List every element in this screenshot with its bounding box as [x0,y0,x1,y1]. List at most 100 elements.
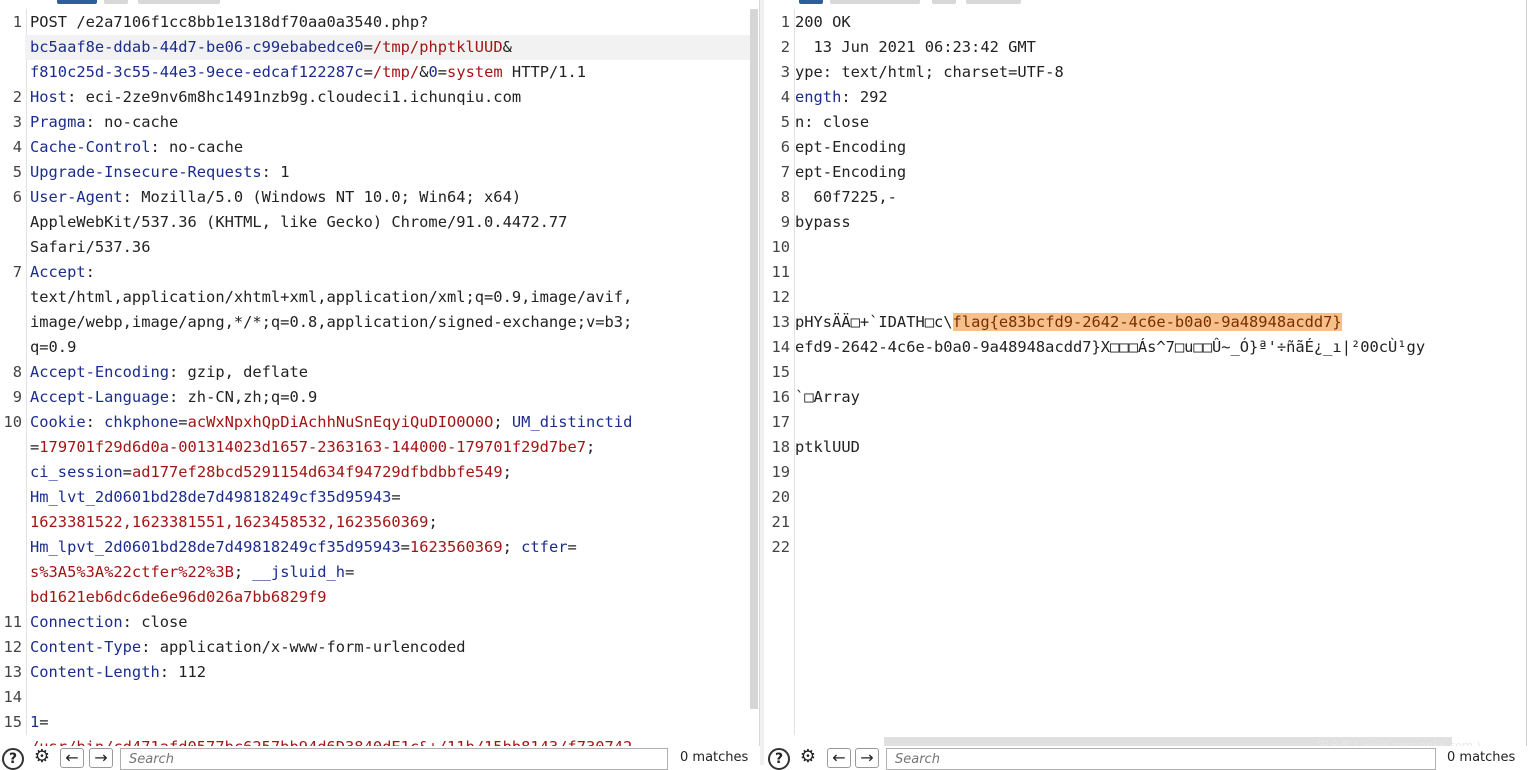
line-number: 14 [771,338,790,356]
request-vertical-scrollbar[interactable] [750,9,758,709]
line-content: image/webp,image/apng,*/*;q=0.8,applicat… [30,310,632,335]
request-tab[interactable] [138,0,220,4]
line-content: q=0.9 [30,335,76,360]
token: Hm_lpvt_2d0601bd28de7d49818249cf35d95943 [30,538,401,556]
request-search-input[interactable] [120,748,668,770]
line-number: 2 [780,38,790,56]
line-content: 13 Jun 2021 06:23:42 GMT [795,35,1036,60]
line-content: =179701f29d6d0a-001314023d1657-2363163-1… [30,435,595,460]
line-content: efd9-2642-4c6e-b0a0-9a48948acdd7}X□□□Ás^… [795,335,1425,360]
request-pane[interactable]: 1 POST /e2a7106f1cc8bb1e1318df70aa0a3540.… [0,0,760,765]
response-search-input[interactable] [886,748,1436,770]
previous-match-button[interactable]: ← [60,748,84,768]
token: UM_distinctid [511,413,633,431]
help-icon[interactable]: ? [2,748,24,770]
line-number: 7 [780,163,790,181]
token: `□Array [795,388,860,406]
token: chkphone [104,413,179,431]
token: : [85,263,95,281]
line-number: 2 [12,88,22,106]
line-content: 1= [30,710,49,735]
line-content: n: close [795,110,869,135]
request-tabs [0,0,760,4]
line-number: 6 [780,138,790,156]
gear-icon[interactable]: ⚙ [796,748,820,768]
line-number: 3 [780,63,790,81]
line-number: 4 [12,138,22,156]
line-number: 18 [771,438,790,456]
request-tab[interactable] [104,0,128,4]
line-content: f810c25d-3c55-44e3-9ece-edcaf122287c=/tm… [30,60,586,85]
response-pane[interactable]: 1 200 OK 2 13 Jun 2021 06:23:42 GMT 3 ype: t… [764,0,1535,765]
request-match-count: 0 matches [680,750,749,765]
token: : gzip, deflate [169,363,308,381]
token: ci_session [30,463,123,481]
response-tab[interactable] [932,0,956,4]
line-number: 3 [12,113,22,131]
token: pHYsÄÄ□+`IDATH□c\ [795,313,953,331]
line-content: POST /e2a7106f1cc8bb1e1318df70aa0a3540.p… [30,10,428,35]
token: User-Agent [30,188,123,206]
token: Host [30,88,68,106]
next-match-button[interactable]: → [89,748,113,768]
line-number: 13 [771,313,790,331]
line-number: 21 [771,513,790,531]
token: = [39,713,49,731]
token: ad177ef28bcd5291154d634f94729dfbdbbfe549 [131,463,503,481]
line-content: ength: 292 [795,85,888,110]
token: : zh-CN,zh;q=0.9 [169,388,318,406]
request-tab-active[interactable] [57,0,97,4]
token: q=0.9 [30,338,77,356]
token: 1 [30,713,40,731]
token: ; [233,563,253,581]
help-icon[interactable]: ? [768,748,790,770]
line-number: 19 [771,463,790,481]
line-content: bd1621eb6dc6de6e96d026a7bb6829f9 [30,585,327,610]
token: Hm_lvt_2d0601bd28de7d49818249cf35d95943 [30,488,392,506]
token: : eci-2ze9nv6m8hc1491nzb9g.cloudeci1.ich… [67,88,522,106]
token: image/webp,image/apng,*/*;q=0.8,applicat… [30,313,633,331]
token: /tmp/ [372,63,420,81]
line-number: 11 [3,613,22,631]
response-tabs [764,0,1535,4]
token: : 112 [159,663,207,681]
response-tab-active[interactable] [799,0,823,4]
line-content: Hm_lpvt_2d0601bd28de7d49818249cf35d95943… [30,535,577,560]
token: Safari/537.36 [30,238,151,256]
line-number: 20 [771,488,790,506]
line-content: bc5aaf8e-ddab-44d7-be06-c99ebabedce0=/tm… [30,35,512,60]
token: AppleWebKit/537.36 (KHTML, like Gecko) C… [30,213,568,231]
response-tab[interactable] [830,0,920,4]
token: 13 Jun 2021 06:23:42 GMT [795,38,1036,56]
line-content: 200 OK [795,10,851,35]
line-number: 12 [3,638,22,656]
previous-match-button[interactable]: ← [827,748,851,768]
line-number: 15 [771,363,790,381]
token: s%3A5%3A%22ctfer%22%3B [30,563,234,581]
token: ype: text/html; charset=UTF-8 [795,63,1064,81]
request-search-bar: ? ⚙ ← → 0 matches [0,746,760,770]
token: ; [502,463,512,481]
token: Accept [30,263,86,281]
line-content: Connection: close [30,610,188,635]
line-content: ept-Encoding [795,160,906,185]
line-content: 60f7225,- [795,185,897,210]
token: : application/x-www-form-urlencoded [141,638,466,656]
window-edge [1526,0,1527,765]
line-number: 15 [3,713,22,731]
line-number: 9 [12,388,22,406]
token: bypass [795,213,851,231]
line-content: ept-Encoding [795,135,906,160]
token: Accept-Encoding [30,363,169,381]
gear-icon[interactable]: ⚙ [30,748,54,768]
line-content: Accept-Encoding: gzip, deflate [30,360,308,385]
line-number: 1 [780,13,790,31]
line-content: ptklUUD [795,435,860,460]
token: 179701f29d6d0a-001314023d1657-2363163-14… [39,438,586,456]
token: : no-cache [150,138,244,156]
line-number: 5 [12,163,22,181]
token: ept-Encoding [795,138,907,156]
line-content: s%3A5%3A%22ctfer%22%3B; __jsluid_h= [30,560,354,585]
response-tab[interactable] [966,0,1021,4]
next-match-button[interactable]: → [855,748,879,768]
